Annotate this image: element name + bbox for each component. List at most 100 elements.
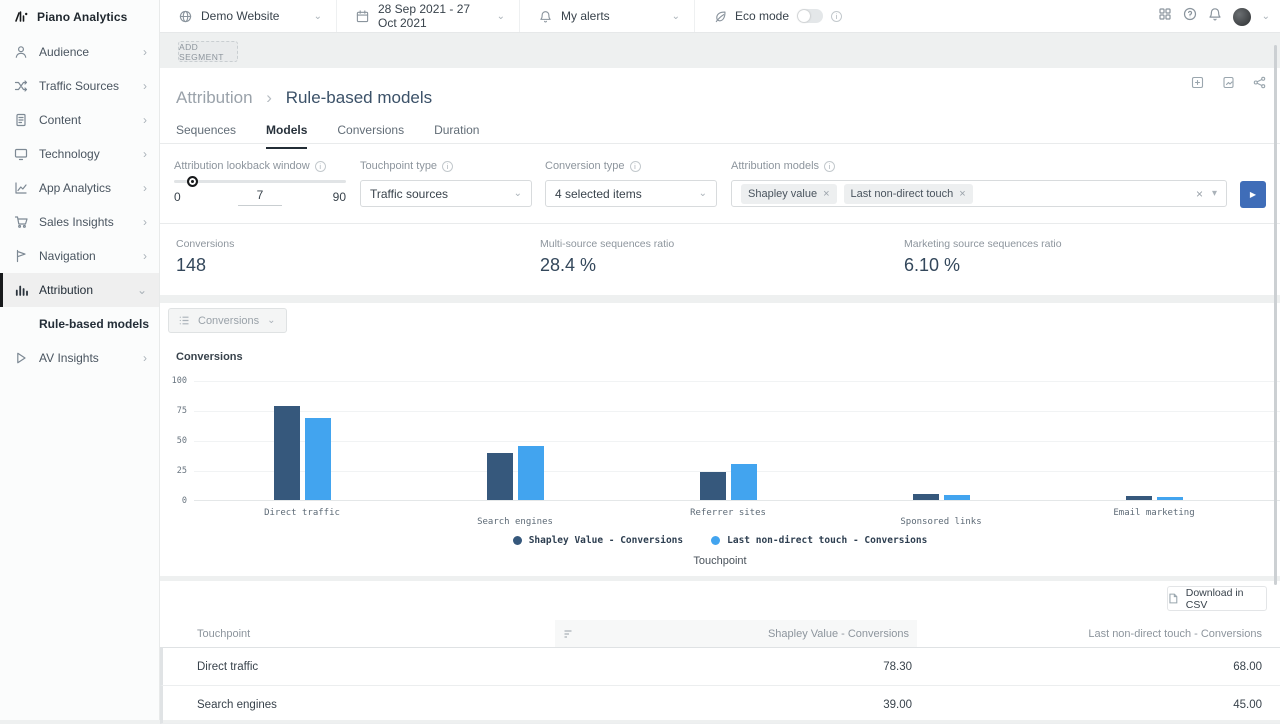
- sidebar-item-label: Technology: [39, 147, 143, 161]
- bar-last-non-direct-touch-conversions-direct-traffic: [305, 418, 331, 500]
- help-icon[interactable]: [1183, 7, 1197, 26]
- attribution-table: Touchpoint Shapley Value - Conversions L…: [160, 620, 1280, 724]
- info-icon: [630, 161, 641, 172]
- chevron-right-icon: ›: [143, 216, 147, 228]
- sidebar-item-label: Content: [39, 113, 143, 127]
- globe-icon: [179, 10, 192, 23]
- sidebar-item-label: App Analytics: [39, 181, 143, 195]
- lookback-slider[interactable]: [174, 180, 346, 183]
- download-csv-button[interactable]: Download in CSV: [1167, 586, 1267, 611]
- tab-sequences[interactable]: Sequences: [176, 123, 236, 149]
- top-bar: Demo Website ⌄ 28 Sep 2021 - 27 Oct 2021…: [160, 0, 1280, 33]
- share-icon[interactable]: [1253, 76, 1266, 94]
- site-selector[interactable]: Demo Website ⌄: [160, 0, 337, 32]
- user-avatar[interactable]: [1233, 8, 1251, 26]
- cell-last-non-direct: 45.00: [920, 699, 1280, 711]
- table-row-direct-traffic: Direct traffic78.3068.00: [160, 648, 1280, 686]
- x-axis-category-label: Direct traffic: [264, 508, 340, 518]
- breadcrumb-parent[interactable]: Attribution: [176, 88, 253, 107]
- tab-duration[interactable]: Duration: [434, 123, 479, 149]
- bell-icon: [539, 10, 552, 23]
- tab-models[interactable]: Models: [266, 123, 307, 149]
- chevron-right-icon: ›: [143, 182, 147, 194]
- date-range-selector[interactable]: 28 Sep 2021 - 27 Oct 2021 ⌄: [337, 0, 520, 32]
- model-tag-shapley-value[interactable]: Shapley value ×: [741, 184, 837, 204]
- metric-selector-value: Conversions: [198, 315, 259, 327]
- slider-min: 0: [174, 190, 181, 204]
- gridline: [194, 411, 1280, 412]
- export-report-icon[interactable]: [1222, 76, 1235, 94]
- column-header-touchpoint[interactable]: Touchpoint: [160, 628, 555, 640]
- attribution-models-label: Attribution models: [731, 160, 819, 172]
- chart-card: Conversions ⌄ Conversions 0255075100Dire…: [160, 303, 1280, 576]
- eco-mode-toggle[interactable]: [797, 9, 823, 23]
- sidebar-item-label: Navigation: [39, 249, 143, 263]
- slider-handle[interactable]: [187, 176, 198, 187]
- sidebar-item-sales-insights[interactable]: Sales Insights›: [0, 205, 159, 239]
- alerts-selector[interactable]: My alerts ⌄: [520, 0, 695, 32]
- tab-conversions[interactable]: Conversions: [337, 123, 404, 149]
- alerts-value: My alerts: [561, 9, 610, 23]
- sidebar-item-label: Audience: [39, 45, 143, 59]
- chevron-down-icon[interactable]: ▾: [1212, 188, 1217, 199]
- column-header-last-non-direct[interactable]: Last non-direct touch - Conversions: [917, 628, 1280, 640]
- attribution-icon: [14, 283, 28, 297]
- sidebar-item-traffic-sources[interactable]: Traffic Sources›: [0, 69, 159, 103]
- sort-filter-icon[interactable]: [563, 629, 573, 642]
- lookback-value-input[interactable]: [238, 188, 282, 206]
- chevron-right-icon: ›: [143, 250, 147, 262]
- page-header-card: Attribution › Rule-based models Sequence…: [160, 68, 1280, 295]
- sidebar-item-content[interactable]: Content›: [0, 103, 159, 137]
- lookback-label: Attribution lookback window: [174, 160, 310, 172]
- file-icon: [1168, 593, 1179, 604]
- save-bookmark-icon[interactable]: [1191, 76, 1204, 94]
- add-segment-button[interactable]: ADD SEGMENT: [178, 41, 238, 62]
- table-row-search-engines: Search engines39.0045.00: [160, 686, 1280, 724]
- touchpoint-type-filter: Touchpoint type Traffic sources ⌄: [360, 160, 532, 207]
- app-logo[interactable]: Piano Analytics: [0, 0, 159, 33]
- touchpoint-type-select[interactable]: Traffic sources ⌄: [360, 180, 532, 207]
- y-axis-tick-label: 25: [177, 466, 187, 476]
- touchpoint-type-value: Traffic sources: [370, 187, 448, 201]
- remove-tag-icon[interactable]: ×: [823, 188, 829, 200]
- chevron-down-icon: ⌄: [314, 11, 322, 22]
- legend-item-last-non-direct-touch-conversions[interactable]: Last non-direct touch - Conversions: [711, 535, 927, 546]
- sidebar-item-attribution[interactable]: Attribution⌄: [0, 273, 159, 307]
- eco-mode-label: Eco mode: [735, 9, 789, 23]
- app-analytics-icon: [14, 181, 28, 195]
- sidebar-item-technology[interactable]: Technology›: [0, 137, 159, 171]
- chevron-down-icon: ⌄: [267, 315, 275, 326]
- attribution-models-select[interactable]: Shapley value × Last non-direct touch × …: [731, 180, 1227, 207]
- metric-selector-button[interactable]: Conversions ⌄: [168, 308, 287, 333]
- apps-grid-icon[interactable]: [1158, 7, 1172, 26]
- page-scrollbar-thumb[interactable]: [1274, 45, 1277, 585]
- sidebar-item-av-insights[interactable]: AV Insights›: [0, 341, 159, 375]
- notifications-bell-icon[interactable]: [1208, 7, 1222, 26]
- sidebar: Piano Analytics Audience›Traffic Sources…: [0, 0, 160, 720]
- y-axis-tick-label: 75: [177, 406, 187, 416]
- bar-shapley-value-conversions-direct-traffic: [274, 406, 300, 500]
- legend-item-shapley-value-conversions[interactable]: Shapley Value - Conversions: [513, 535, 683, 546]
- sidebar-item-rule-based-models[interactable]: Rule-based models: [0, 307, 159, 341]
- content-icon: [14, 113, 28, 127]
- model-tag-last-non-direct-touch[interactable]: Last non-direct touch ×: [844, 184, 973, 204]
- chevron-down-icon: ⌄: [672, 11, 680, 22]
- leaf-icon: [714, 10, 727, 23]
- chevron-right-icon: ›: [143, 148, 147, 160]
- table-header-row: Touchpoint Shapley Value - Conversions L…: [160, 620, 1280, 648]
- gridline: [194, 441, 1280, 442]
- remove-tag-icon[interactable]: ×: [959, 188, 965, 200]
- conversion-type-select[interactable]: 4 selected items ⌄: [545, 180, 717, 207]
- lookback-filter: Attribution lookback window 0 90: [174, 160, 346, 204]
- chevron-down-icon[interactable]: ⌄: [1262, 11, 1270, 22]
- apply-filters-button[interactable]: ▶: [1240, 181, 1266, 208]
- clear-all-icon[interactable]: ×: [1196, 187, 1203, 201]
- chart-plot: 0255075100Direct trafficSearch enginesRe…: [194, 381, 1280, 501]
- sidebar-item-app-analytics[interactable]: App Analytics›: [0, 171, 159, 205]
- info-icon: [315, 161, 326, 172]
- sidebar-item-navigation[interactable]: Navigation›: [0, 239, 159, 273]
- sidebar-item-audience[interactable]: Audience›: [0, 35, 159, 69]
- column-header-shapley[interactable]: Shapley Value - Conversions: [555, 620, 917, 647]
- gridline: [194, 381, 1280, 382]
- table-card: Download in CSV Touchpoint Shapley Value…: [160, 581, 1280, 720]
